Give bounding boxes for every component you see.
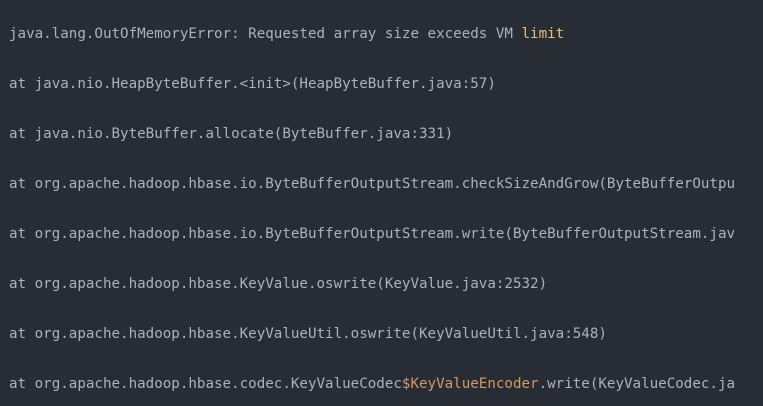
code-text: at org.apache.hadoop.hbase.KeyValue.oswr… <box>9 276 548 292</box>
code-line: at org.apache.hadoop.hbase.KeyValueUtil.… <box>9 325 607 343</box>
code-text: at org.apache.hadoop.hbase.io.ByteBuffer… <box>9 226 736 242</box>
code-line: at org.apache.hadoop.hbase.KeyValue.oswr… <box>9 275 547 293</box>
code-line: at org.apache.hadoop.hbase.io.ByteBuffer… <box>9 175 735 193</box>
code-block: java.lang.OutOfMemoryError: Requested ar… <box>0 0 763 406</box>
code-text: at java.nio.ByteBuffer.allocate(ByteBuff… <box>9 126 454 142</box>
code-line: at org.apache.hadoop.hbase.io.ByteBuffer… <box>9 225 735 243</box>
code-text: at java.nio.HeapByteBuffer.<init>(HeapBy… <box>9 76 496 92</box>
keyword-token: limit <box>521 26 565 42</box>
code-line: java.lang.OutOfMemoryError: Requested ar… <box>9 25 564 43</box>
code-text: java.lang.OutOfMemoryError: Requested ar… <box>9 26 522 42</box>
code-text: at org.apache.hadoop.hbase.KeyValueUtil.… <box>9 326 607 342</box>
code-line: at org.apache.hadoop.hbase.codec.KeyValu… <box>9 375 735 393</box>
code-line: at java.nio.HeapByteBuffer.<init>(HeapBy… <box>9 75 496 93</box>
code-line: at java.nio.ByteBuffer.allocate(ByteBuff… <box>9 125 453 143</box>
variable-token: $KeyValueEncoder <box>401 376 539 392</box>
code-text: .write(KeyValueCodec.ja <box>538 376 736 392</box>
code-text: at org.apache.hadoop.hbase.io.ByteBuffer… <box>9 176 736 192</box>
code-text: at org.apache.hadoop.hbase.codec.KeyValu… <box>9 376 402 392</box>
